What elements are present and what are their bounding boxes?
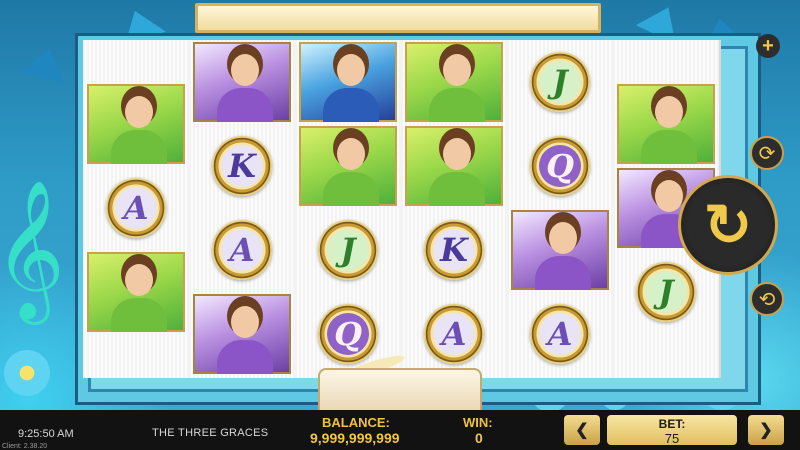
symbol-green-grace xyxy=(403,124,505,208)
symbol-blue-grace xyxy=(297,40,399,124)
spin-button[interactable]: ↻ xyxy=(678,175,778,275)
status-bar: 9:25:50 AM Client: 2.38.20 THE THREE GRA… xyxy=(0,410,800,450)
reel-4: K A xyxy=(401,40,509,378)
autoplay-icon[interactable]: ⟳ xyxy=(750,136,784,170)
balance-value: 9,999,999,999 xyxy=(310,430,400,446)
flower-decoration xyxy=(4,350,50,396)
bet-label: BET: xyxy=(658,417,686,431)
symbol-card-k: K xyxy=(191,124,293,208)
bet-decrease-button[interactable]: ❮ xyxy=(564,415,600,445)
clock: 9:25:50 AM xyxy=(18,428,74,440)
symbol-card-j: J xyxy=(297,208,399,292)
symbol-green-grace xyxy=(297,124,399,208)
chevron-right-icon: ❯ xyxy=(759,422,773,439)
bet-increase-button[interactable]: ❯ xyxy=(748,415,784,445)
reel-area: A K A J Q K A J Q A J xyxy=(83,40,721,378)
spin-icon: ↻ xyxy=(703,193,753,258)
top-banner xyxy=(195,3,601,33)
reel-2: K A xyxy=(189,40,297,378)
plus-icon[interactable]: + xyxy=(756,34,780,58)
butterfly-decoration xyxy=(20,42,72,84)
symbol-card-k: K xyxy=(403,208,505,292)
win-value: 0 xyxy=(475,430,483,446)
symbol-purple-grace xyxy=(191,40,293,124)
symbol-card-a: A xyxy=(191,208,293,292)
game-name: THE THREE GRACES xyxy=(152,427,269,439)
turbo-icon[interactable]: ⟲ xyxy=(750,282,784,316)
game-scene: 𝄞 A K A J Q K A J Q A J + ⟳ ↻ ⟲ xyxy=(0,0,800,410)
bet-display: BET: 75 xyxy=(607,415,737,446)
reel-5: J Q A xyxy=(507,40,615,378)
symbol-purple-grace xyxy=(509,208,611,292)
symbol-purple-grace xyxy=(191,292,293,376)
symbol-card-a: A xyxy=(509,292,611,376)
chevron-left-icon: ❮ xyxy=(575,422,589,439)
symbol-green-grace xyxy=(615,82,717,166)
balance-label: BALANCE: xyxy=(322,415,390,430)
symbol-green-grace xyxy=(85,250,187,334)
reel-3: J Q xyxy=(295,40,403,378)
symbol-card-a: A xyxy=(85,166,187,250)
symbol-green-grace xyxy=(403,40,505,124)
treble-clef-decoration: 𝄞 xyxy=(0,180,65,319)
symbol-green-grace xyxy=(85,82,187,166)
symbol-card-j: J xyxy=(509,40,611,124)
bet-value: 75 xyxy=(664,431,680,446)
symbol-card-q: Q xyxy=(509,124,611,208)
client-version: Client: 2.38.20 xyxy=(2,443,48,450)
reel-1: A xyxy=(83,40,191,378)
win-label: WIN: xyxy=(463,415,493,430)
open-book-decoration xyxy=(318,368,482,410)
symbol-card-a: A xyxy=(403,292,505,376)
